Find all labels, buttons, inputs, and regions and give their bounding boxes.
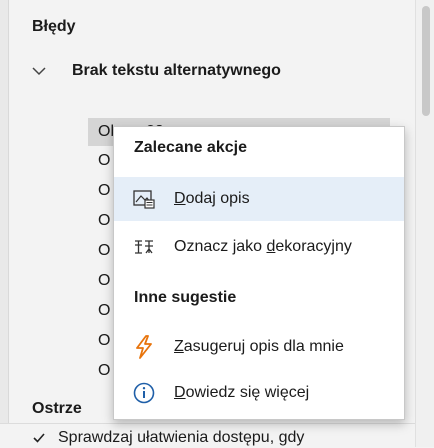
suggest-description-label: Zasugeruj opis dla mnie [174, 338, 344, 355]
other-suggestions-heading: Inne sugestie [134, 289, 237, 306]
lightning-icon [132, 335, 156, 359]
issue-item[interactable]: O [98, 212, 110, 230]
pane-left-border [0, 0, 9, 447]
issue-item[interactable]: O [98, 362, 110, 380]
learn-more-menu-item[interactable]: Dowiedz się więcej [114, 371, 404, 415]
recommended-actions-heading: Zalecane akcje [134, 139, 247, 156]
add-description-menu-item[interactable]: Dodaj opis [114, 177, 404, 221]
issue-item[interactable]: O [98, 152, 110, 170]
chevron-down-icon[interactable] [32, 63, 52, 79]
keep-checking-label: Sprawdzaj ułatwienia dostępu, gdy [58, 429, 305, 446]
pane-scrollbar[interactable] [415, 0, 434, 447]
keep-checking-option[interactable]: Sprawdzaj ułatwienia dostępu, gdy [32, 429, 304, 447]
issue-item[interactable]: O [98, 242, 110, 260]
decorative-icon [132, 235, 156, 259]
mark-decorative-label: Oznacz jako dekoracyjny [174, 238, 352, 255]
category-label: Brak tekstu alternatywnego [72, 62, 281, 79]
suggest-description-menu-item[interactable]: Zasugeruj opis dla mnie [114, 325, 404, 369]
scrollbar-thumb[interactable] [422, 6, 430, 116]
mark-decorative-menu-item[interactable]: Oznacz jako dekoracyjny [114, 225, 404, 269]
issue-item[interactable]: O [98, 182, 110, 200]
warnings-section-title: Ostrze [32, 400, 82, 417]
errors-section-title: Błędy [32, 18, 76, 35]
issue-item[interactable]: O [98, 272, 110, 290]
missing-alt-text-category[interactable]: Brak tekstu alternatywnego [32, 62, 281, 80]
image-description-icon [132, 187, 156, 211]
issue-context-menu: Zalecane akcje Dodaj opis Oznacz jako de… [113, 126, 405, 420]
checkmark-icon[interactable] [32, 431, 46, 445]
add-description-label: Dodaj opis [174, 190, 250, 207]
issue-item[interactable]: O [98, 302, 110, 320]
issue-item[interactable]: O [98, 332, 110, 350]
info-icon [132, 381, 156, 405]
learn-more-label: Dowiedz się więcej [174, 384, 310, 401]
